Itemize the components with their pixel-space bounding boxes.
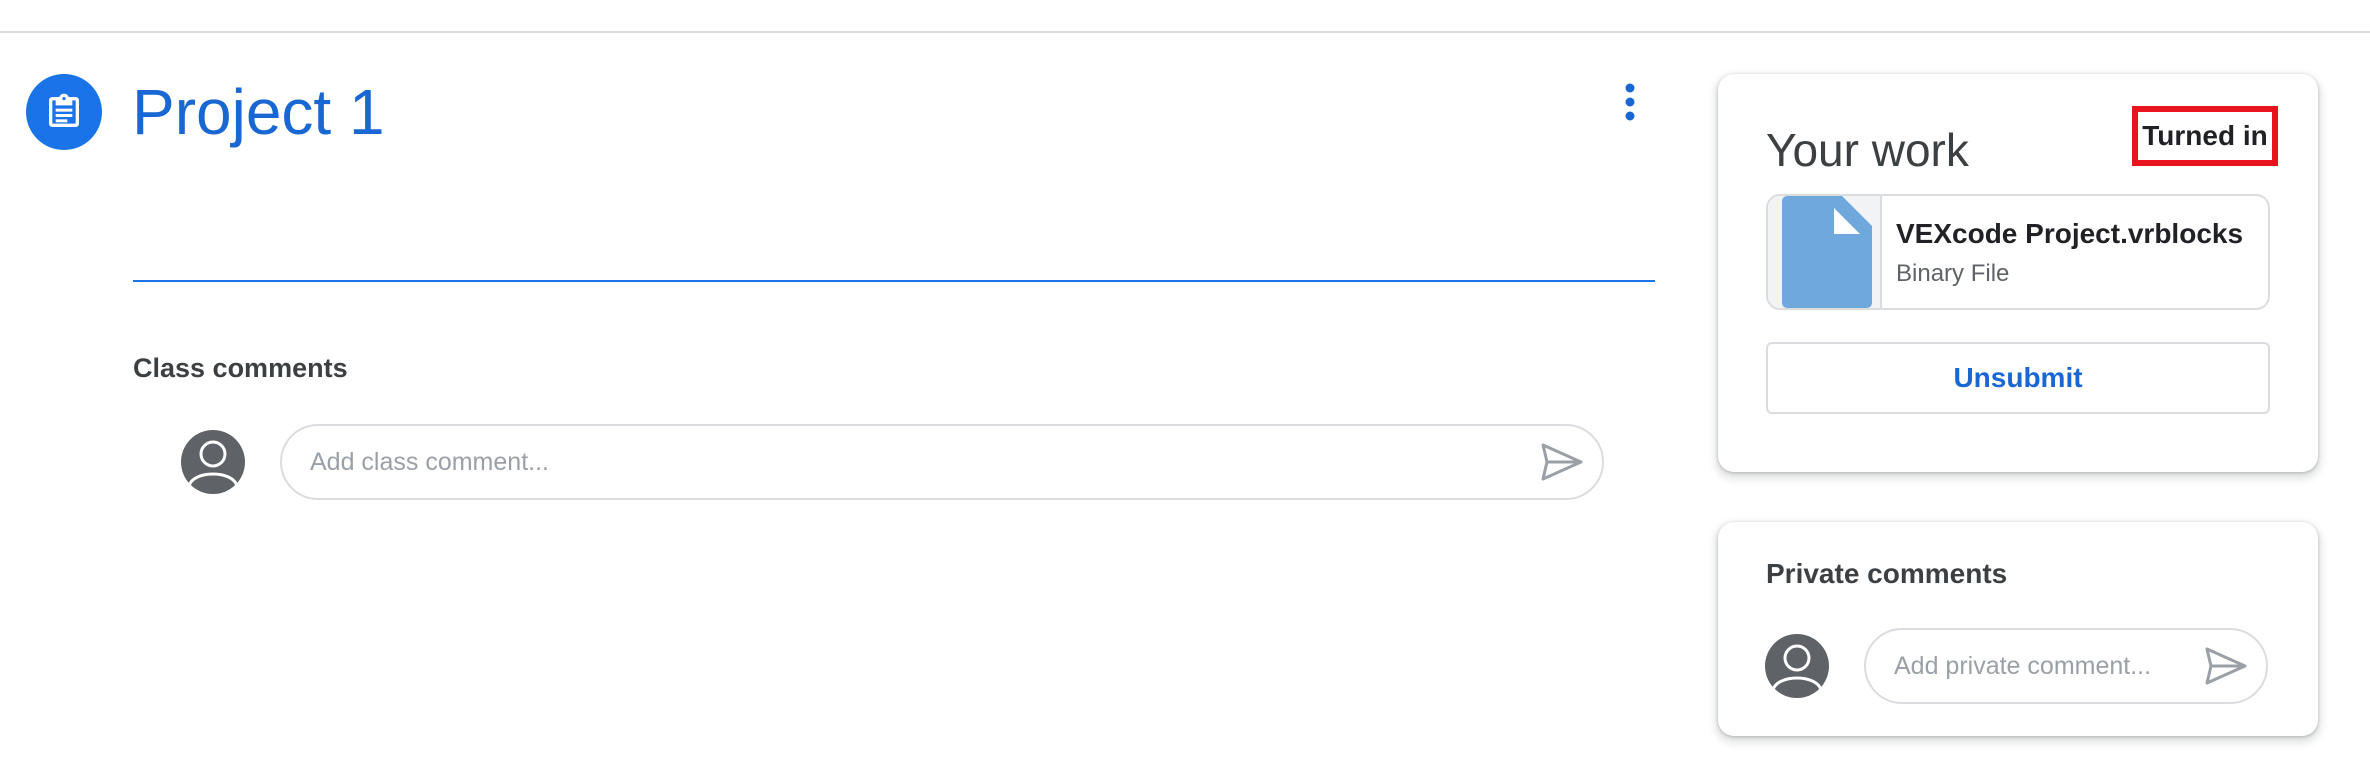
- class-comments-heading: Class comments: [133, 353, 348, 383]
- private-comment-box: [1864, 628, 2268, 704]
- person-icon: [187, 440, 239, 487]
- send-private-comment-button[interactable]: [2204, 646, 2248, 686]
- private-comment-input[interactable]: [1894, 630, 2194, 702]
- attachment-type: Binary File: [1896, 260, 2010, 287]
- your-work-title: Your work: [1766, 124, 1969, 176]
- more-vert-icon: [1625, 83, 1635, 121]
- unsubmit-button[interactable]: Unsubmit: [1766, 342, 2270, 414]
- more-options-button[interactable]: [1604, 76, 1656, 128]
- status-badge: Turned in: [2132, 106, 2278, 166]
- attachment-name: VEXcode Project.vrblocks: [1896, 218, 2244, 249]
- attachment-thumbnail: [1768, 196, 1882, 308]
- your-work-card: Your work Turned in VEXcode Project.vrbl…: [1718, 74, 2318, 472]
- top-divider: [0, 31, 2370, 33]
- avatar: [181, 430, 245, 494]
- attachment-card[interactable]: VEXcode Project.vrblocks Binary File: [1766, 194, 2270, 310]
- avatar: [1765, 634, 1829, 698]
- class-comment-box: [280, 424, 1604, 500]
- assignment-icon: [26, 74, 102, 150]
- send-class-comment-button[interactable]: [1540, 442, 1584, 482]
- clipboard-icon: [49, 93, 79, 127]
- page-title: Project 1: [132, 76, 385, 148]
- person-icon: [1771, 644, 1823, 691]
- title-divider: [133, 280, 1655, 282]
- assignment-page: Project 1 Class comments Your work Turne…: [0, 0, 2370, 778]
- send-icon: [2205, 647, 2247, 685]
- file-icon: [1782, 196, 1872, 308]
- class-comment-input[interactable]: [310, 426, 1510, 498]
- private-comments-heading: Private comments: [1766, 558, 2008, 589]
- send-icon: [1541, 443, 1583, 481]
